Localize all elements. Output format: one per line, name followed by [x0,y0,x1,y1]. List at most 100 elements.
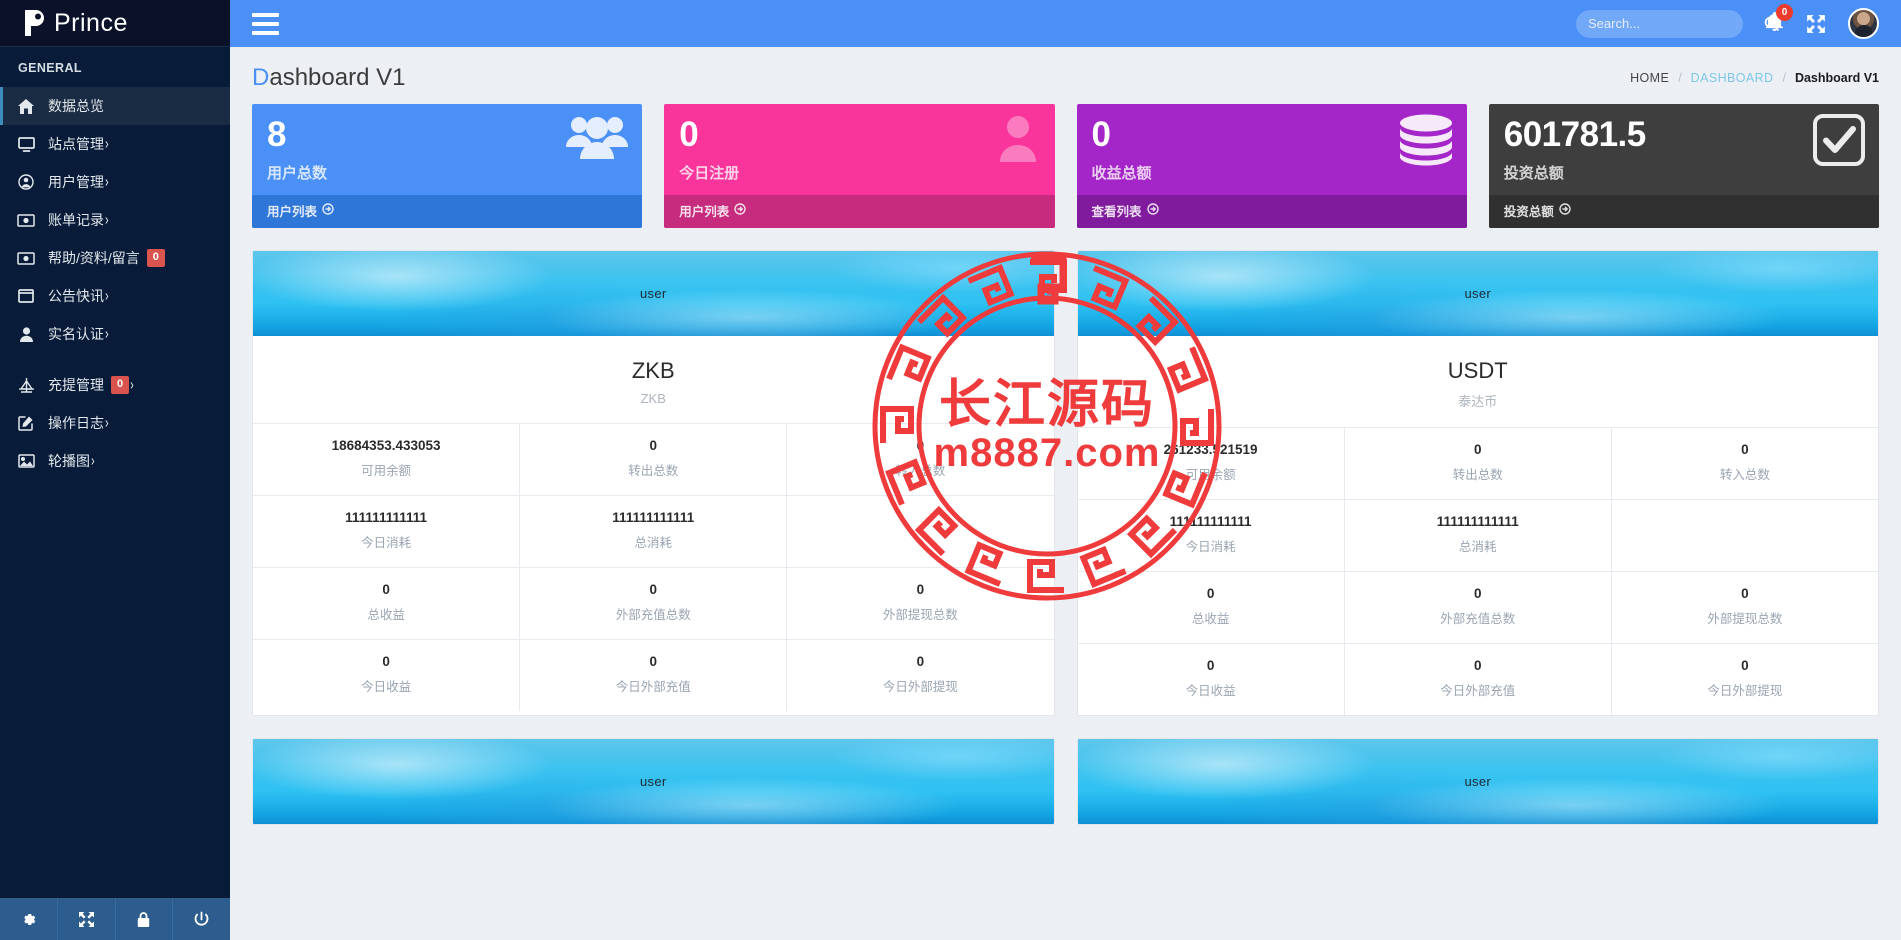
stat-cell-value: 0 [1206,658,1215,673]
stat-card-total-investment[interactable]: 601781.5 投资总额 投资总额 [1488,104,1879,228]
stat-card-total-revenue[interactable]: 0 收益总额 查看列表 [1076,104,1467,228]
breadcrumb-home[interactable]: HOME [1630,71,1669,85]
breadcrumb-separator: / [1782,71,1786,85]
stat-cell: 0 今日收益 [253,640,521,711]
notifications-button[interactable]: 0 [1765,4,1793,36]
money-icon [15,213,37,227]
notification-badge: 0 [1776,4,1793,21]
stat-cell-label: 总消耗 [1459,540,1497,554]
stat-cell: 0 转出总数 [520,424,788,495]
stat-cell: 0 总收益 [1078,572,1345,643]
power-icon[interactable] [173,898,230,940]
sidebar-item-label: 充提管理 [48,377,104,393]
sidebar-item-label: 轮播图 [48,453,90,469]
stat-footer-label: 用户列表 [267,205,318,219]
user-circle-icon [15,174,37,190]
sidebar-item-site[interactable]: 站点管理 › [0,125,230,163]
sidebar-item-overview[interactable]: 数据总览 [0,87,230,125]
sidebar-item-label: 公告快讯 [48,288,104,304]
chevron-right-icon: › [105,325,109,343]
coin-panel-third: user [252,738,1055,825]
sidebar-item-verification[interactable]: 实名认证 › [0,315,230,353]
chevron-right-icon: › [91,452,95,470]
home-icon [15,98,37,114]
stat-cell-label: 转出总数 [1452,468,1503,482]
coin-name: ZKB [631,358,675,383]
stat-cell: 0 转入总数 [787,424,1053,495]
window-icon [15,289,37,303]
money-icon [15,251,37,265]
stat-cell-value: 111111111111 [1169,514,1252,529]
stat-cell-label: 转入总数 [895,464,946,478]
banner-label: user [640,286,667,301]
coin-panels: user ZKB ZKB 18684353.433053 可用余额 0 转出总数 [230,228,1901,847]
coin-panel-usdt: user USDT 泰达币 261233.521519 可用余额 0 转出总数 [1076,250,1879,716]
breadcrumb-dashboard[interactable]: DASHBOARD [1691,71,1774,85]
stat-card-footer-link[interactable]: 查看列表 [1076,195,1467,228]
search-box[interactable] [1576,9,1779,38]
users-icon [566,114,629,167]
arrow-circle-right-icon [322,203,334,218]
stat-card-today-registrations[interactable]: 0 今日注册 用户列表 [664,104,1055,228]
stat-cell-label: 今日外部充值 [615,680,691,694]
stat-cell: 0 今日外部提现 [1612,644,1878,715]
stat-cell-label: 总收益 [367,608,405,622]
stat-cell-value: 0 [1741,658,1749,673]
stat-card-footer-link[interactable]: 用户列表 [252,195,643,228]
stat-cell: 0 外部充值总数 [1345,572,1612,643]
stat-cell: 111111111111 总消耗 [520,496,788,567]
panel-heading: USDT 泰达币 [1078,336,1879,427]
stat-footer-label: 投资总额 [1503,205,1554,219]
stats-row: 111111111111 今日消耗 111111111111 总消耗 [253,495,1054,567]
gear-icon[interactable] [0,898,58,940]
stat-card-footer-link[interactable]: 投资总额 [1488,195,1879,228]
stat-cell-value: 0 [916,654,925,669]
arrow-circle-right-icon [1559,203,1571,218]
image-icon [15,454,37,468]
sidebar-item-help[interactable]: 帮助/资料/留言 0 [0,239,230,277]
panel-banner: user [253,739,1054,824]
stat-card-total-users[interactable]: 8 用户总数 用户列表 [252,104,643,228]
edit-square-icon [15,415,37,431]
stat-cell: 111111111111 今日消耗 [1078,500,1345,571]
hamburger-icon[interactable] [252,12,279,35]
search-input[interactable] [1588,16,1764,31]
stat-value: 0 [1091,115,1111,154]
stat-footer-label: 用户列表 [679,205,730,219]
sidebar-item-operation-log[interactable]: 操作日志 › [0,404,230,442]
stats-row: 0 今日收益 0 今日外部充值 0 今日外部提现 [1077,643,1878,715]
sidebar-footer-toolbar [0,898,230,940]
stat-cell-label: 外部充值总数 [1440,612,1516,626]
chevron-right-icon: › [105,287,109,305]
stat-cell-value: 261233.521519 [1163,442,1258,457]
stat-cards: 8 用户总数 用户列表 0 今日注册 用户列表 0 收益总额 查看列表 6017… [230,104,1901,228]
dashboard-app: Prince GENERAL 数据总览 站点管理 › 用户管理 › 账单记录 ›… [0,0,1901,940]
sidebar-item-users[interactable]: 用户管理 › [0,163,230,201]
breadcrumb: HOME / DASHBOARD / Dashboard V1 [1630,71,1879,85]
expand-arrows-icon[interactable] [58,898,116,940]
brand-name: Prince [54,8,128,37]
sidebar-item-announcements[interactable]: 公告快讯 › [0,277,230,315]
fullscreen-icon[interactable] [1806,14,1826,34]
stats-row: 0 今日收益 0 今日外部充值 0 今日外部提现 [253,639,1054,711]
page-title: Dashboard V1 [252,64,405,92]
stat-cell-value: 0 [649,654,658,669]
lock-icon[interactable] [116,898,174,940]
sidebar-item-bills[interactable]: 账单记录 › [0,201,230,239]
stat-cell-value: 111111111111 [345,510,428,525]
brand-logo-area[interactable]: Prince [0,0,230,47]
breadcrumb-separator: / [1678,71,1682,85]
stat-cell: 111111111111 今日消耗 [253,496,521,567]
stat-value: 601781.5 [1503,115,1646,154]
sidebar-item-deposit-withdraw[interactable]: 充提管理 0 › [0,366,230,404]
monitor-icon [15,136,37,152]
avatar[interactable] [1848,8,1879,39]
stats-row: 111111111111 今日消耗 111111111111 总消耗 [1077,499,1878,571]
coin-panel-fourth: user [1076,738,1879,825]
stat-cell-label: 今日消耗 [361,536,412,550]
stat-card-footer-link[interactable]: 用户列表 [664,195,1055,228]
sidebar-item-carousel[interactable]: 轮播图 › [0,442,230,480]
stat-cell: 0 转出总数 [1345,428,1612,499]
stat-cell: 0 外部提现总数 [787,568,1053,639]
sidebar: Prince GENERAL 数据总览 站点管理 › 用户管理 › 账单记录 ›… [0,0,230,940]
